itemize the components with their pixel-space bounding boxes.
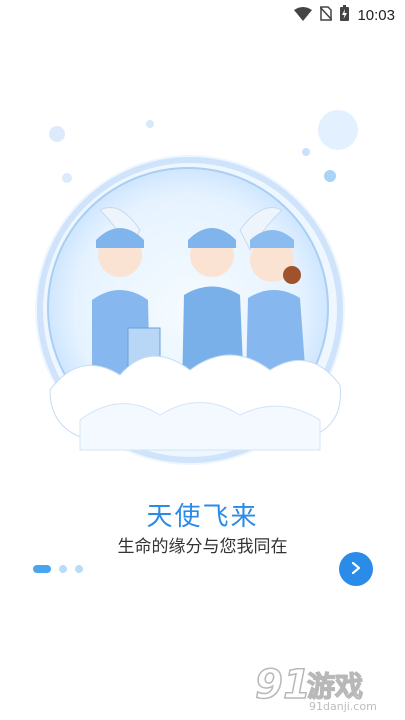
onboarding-illustration [0, 90, 405, 490]
watermark-url: 91danji.com [309, 700, 377, 713]
page-dot [75, 565, 83, 573]
page-indicator [33, 565, 83, 573]
no-sim-icon [319, 5, 334, 25]
page-dot-active [33, 565, 51, 573]
page-dot [59, 565, 67, 573]
wifi-icon [294, 6, 313, 25]
svg-text:游戏: 游戏 [307, 670, 363, 703]
status-bar: 10:03 [0, 0, 405, 28]
status-icons: 10:03 [294, 5, 395, 25]
page-title: 天使飞来 [146, 502, 259, 532]
watermark-logo: 9 1 游戏 91danji.com [247, 654, 397, 714]
bubble-decoration [318, 110, 358, 150]
chevron-right-icon [349, 560, 363, 579]
battery-charging-icon [340, 5, 350, 25]
next-button[interactable] [339, 552, 373, 586]
svg-text:9: 9 [255, 662, 283, 708]
status-time: 10:03 [357, 6, 395, 24]
page-subtitle: 生命的缘分与您我同在 [117, 537, 288, 557]
